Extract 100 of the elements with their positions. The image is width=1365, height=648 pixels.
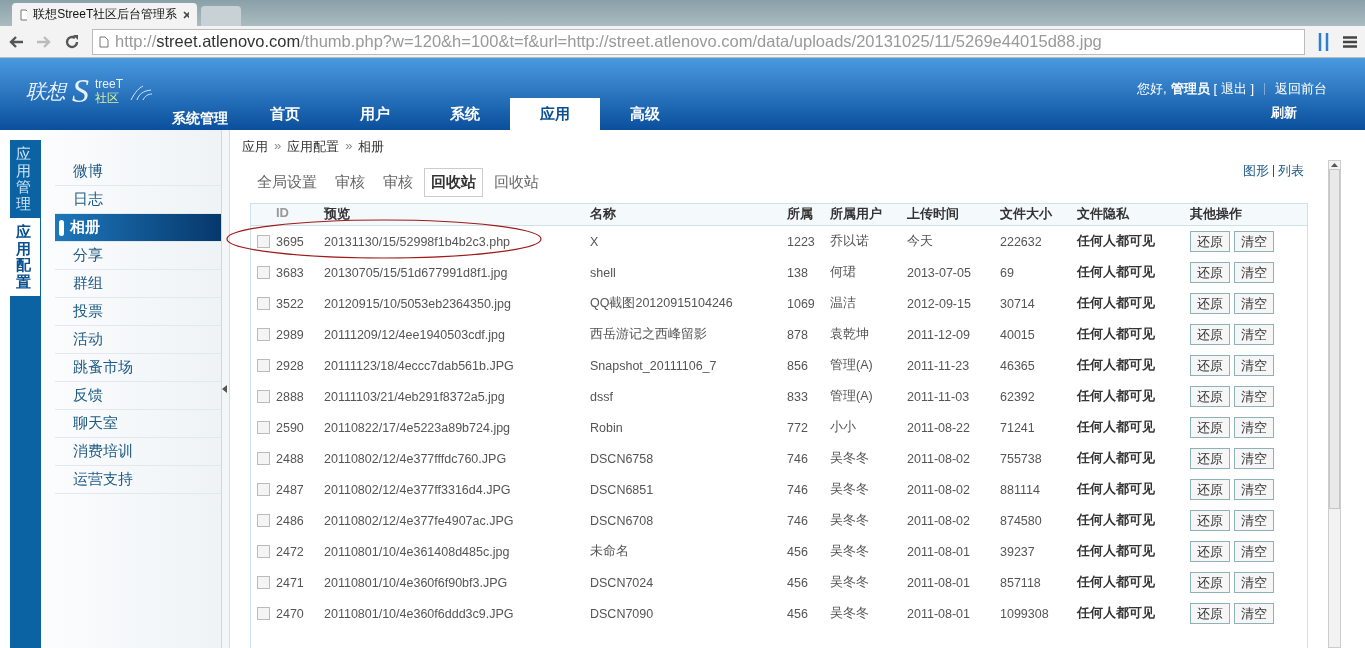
table-cell-text: 20111103/21/4eb291f8372a5.jpg [324,389,506,404]
table-cell-text: 20110802/12/4e377fffdc760.JPG [324,451,508,466]
row-checkbox[interactable] [257,359,270,372]
sidebar-item[interactable]: 活动 [55,326,221,354]
row-checkbox[interactable] [257,545,270,558]
table-cell-text: 1099308 [1000,606,1050,621]
table-cell-text: 2928 [276,358,305,373]
nav-tab[interactable]: 应用 [510,98,600,130]
restore-button[interactable]: 还原 [1190,293,1230,314]
table-cell-text: 222632 [1000,234,1043,249]
clear-button[interactable]: 清空 [1234,262,1274,283]
clear-button[interactable]: 清空 [1234,417,1274,438]
frontend-link[interactable]: 返回前台 [1275,80,1327,98]
restore-button[interactable]: 还原 [1190,386,1230,407]
logout-link[interactable]: [ 退出 ] [1213,80,1254,98]
row-checkbox[interactable] [257,235,270,248]
clear-button[interactable]: 清空 [1234,324,1274,345]
sidebar-group-tab[interactable]: 应用管理 [10,140,40,218]
sub-tab[interactable]: 全局设置 [250,168,324,197]
row-checkbox[interactable] [257,576,270,589]
row-checkbox[interactable] [257,514,270,527]
nav-tab[interactable]: 首页 [240,98,330,130]
menu-icon[interactable] [1343,35,1357,48]
clear-button[interactable]: 清空 [1234,603,1274,624]
tab-title: 联想StreeT社区后台管理系 [33,6,178,23]
clear-button[interactable]: 清空 [1234,510,1274,531]
restore-button[interactable]: 还原 [1190,324,1230,345]
breadcrumb-link[interactable]: 应用配置 [287,138,340,156]
sidebar-item[interactable]: 消费培训 [55,438,221,466]
row-checkbox[interactable] [257,297,270,310]
sidebar-item[interactable]: 运营支持 [55,466,221,494]
table-cell-text: 20111209/12/4ee1940503cdf.jpg [324,327,506,342]
sidebar-item[interactable]: 分享 [55,242,221,270]
sub-tab[interactable]: 审核 [376,168,420,197]
sub-tab[interactable]: 回收站 [424,168,483,197]
scroll-up-arrow-icon[interactable] [1330,161,1339,169]
restore-button[interactable]: 还原 [1190,541,1230,562]
column-header: 所属 [787,205,814,223]
sidebar-item[interactable]: 跳蚤市场 [55,354,221,382]
sidebar-item[interactable]: 微博 [55,158,221,186]
restore-button[interactable]: 还原 [1190,603,1230,624]
restore-button[interactable]: 还原 [1190,355,1230,376]
table-cell-text: 874580 [1000,513,1043,528]
clear-button[interactable]: 清空 [1234,448,1274,469]
close-icon[interactable] [183,10,189,19]
sidebar-item[interactable]: 群组 [55,270,221,298]
forward-arrow-icon[interactable] [36,34,52,49]
back-arrow-icon[interactable] [8,34,24,49]
table-cell-text: 20130705/15/51d677991d8f1.jpg [324,265,509,280]
table-cell-text: 857118 [1000,575,1042,590]
restore-button[interactable]: 还原 [1190,417,1230,438]
breadcrumb-link[interactable]: 应用 [242,138,268,156]
address-bar[interactable]: http://street.atlenovo.com/thumb.php?w=120&h=100&t=f&url=http://street.atlenovo.com/data/uploads/20131025/11/5269e44015d88.jpg [92,28,1305,55]
row-checkbox[interactable] [257,421,270,434]
restore-button[interactable]: 还原 [1190,572,1230,593]
restore-button[interactable]: 还原 [1190,479,1230,500]
scrollbar[interactable] [1328,160,1341,648]
view-link[interactable]: 图形 [1243,162,1269,180]
clear-button[interactable]: 清空 [1234,355,1274,376]
table-cell-text: 吴冬冬 [830,605,870,622]
sidebar-group-tab[interactable]: 应用配置 [10,218,40,296]
clear-button[interactable]: 清空 [1234,231,1274,252]
restore-button[interactable]: 还原 [1190,510,1230,531]
table-cell-text: 乔以诺 [830,233,870,250]
table-cell-text: 任何人都可见 [1077,481,1156,498]
browser-tab[interactable]: 联想StreeT社区后台管理系 [12,3,197,26]
view-link[interactable]: 列表 [1278,162,1304,180]
clear-button[interactable]: 清空 [1234,386,1274,407]
table-cell-text: 何珺 [830,264,857,281]
restore-button[interactable]: 还原 [1190,448,1230,469]
row-checkbox[interactable] [257,266,270,279]
table-cell-text: 138 [787,265,809,280]
nav-tab[interactable]: 系统 [420,98,510,130]
sidebar-item[interactable]: 投票 [55,298,221,326]
extension-icon[interactable] [1317,31,1331,52]
new-tab-button[interactable] [201,6,241,26]
table-cell-text: 任何人都可见 [1077,574,1156,591]
row-checkbox[interactable] [257,483,270,496]
clear-button[interactable]: 清空 [1234,541,1274,562]
nav-tab[interactable]: 高级 [600,98,690,130]
clear-button[interactable]: 清空 [1234,479,1274,500]
sub-tab[interactable]: 审核 [328,168,372,197]
row-checkbox[interactable] [257,328,270,341]
restore-button[interactable]: 还原 [1190,231,1230,252]
sidebar-item[interactable]: 相册 [55,214,221,242]
breadcrumb-link[interactable]: 相册 [358,138,385,156]
row-checkbox[interactable] [257,607,270,620]
clear-button[interactable]: 清空 [1234,293,1274,314]
sidebar-item[interactable]: 聊天室 [55,410,221,438]
clear-button[interactable]: 清空 [1234,572,1274,593]
reload-icon[interactable] [64,33,80,50]
row-checkbox[interactable] [257,452,270,465]
nav-tab[interactable]: 用户 [330,98,420,130]
collapse-arrow-icon[interactable] [222,385,228,393]
row-checkbox[interactable] [257,390,270,403]
sidebar-item[interactable]: 反馈 [55,382,221,410]
sub-tab[interactable]: 回收站 [487,168,546,197]
column-header: 文件隐私 [1077,205,1130,223]
restore-button[interactable]: 还原 [1190,262,1230,283]
refresh-link[interactable]: 刷新 [1271,104,1297,122]
